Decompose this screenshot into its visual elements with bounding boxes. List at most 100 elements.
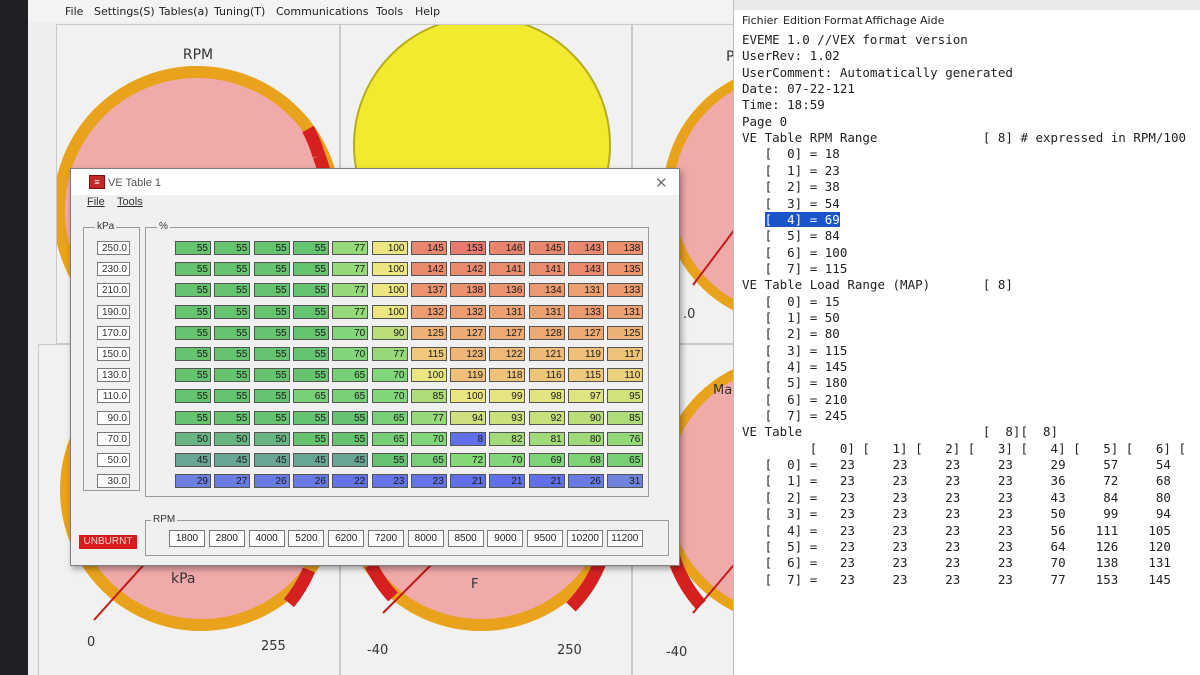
ve-table-cell[interactable]: 55 xyxy=(175,410,211,425)
ve-table-cell[interactable]: 132 xyxy=(410,304,447,319)
ve-table-cell[interactable]: 55 xyxy=(292,431,329,446)
ve-table-cell[interactable]: 55 xyxy=(214,347,251,361)
ve-table-cell[interactable]: 26 xyxy=(253,474,290,489)
ve-table-cell[interactable]: 92 xyxy=(528,410,565,425)
rpm-axis-value[interactable]: 5200 xyxy=(288,530,325,547)
np-menu-format[interactable]: Format xyxy=(824,14,863,27)
ve-table-cell[interactable]: 118 xyxy=(489,368,526,383)
ve-table-cell[interactable]: 143 xyxy=(568,262,604,277)
ve-table-cell[interactable]: 68 xyxy=(568,453,604,467)
ve-table-cell[interactable]: 133 xyxy=(568,304,604,319)
close-icon[interactable]: ✕ xyxy=(655,174,668,192)
kpa-axis-value[interactable]: 190.0 xyxy=(97,304,130,319)
ve-table-cell[interactable]: 31 xyxy=(607,474,644,489)
ve-table-cell[interactable]: 132 xyxy=(450,304,487,319)
ve-table-cell[interactable]: 134 xyxy=(528,283,565,298)
ve-table-cell[interactable]: 55 xyxy=(175,262,211,277)
ve-table-cell[interactable]: 131 xyxy=(528,304,565,319)
notepad-text-area[interactable]: EVEME 1.0 //VEX format version UserRev: 1… xyxy=(734,30,1200,675)
ve-table-cell[interactable]: 95 xyxy=(607,389,644,404)
ve-table-cell[interactable]: 55 xyxy=(175,283,211,298)
ve-table-cell[interactable]: 70 xyxy=(371,368,408,383)
ve-table-cell[interactable]: 100 xyxy=(371,241,408,255)
ve-table-cell[interactable]: 55 xyxy=(292,347,329,361)
rpm-axis-value[interactable]: 7200 xyxy=(368,530,404,547)
kpa-axis-value[interactable]: 210.0 xyxy=(97,283,130,298)
ve-table-cell[interactable]: 26 xyxy=(568,474,604,489)
rpm-axis-value[interactable]: 9000 xyxy=(487,530,524,547)
ve-table-cell[interactable]: 21 xyxy=(489,474,526,489)
ve-table-cell[interactable]: 23 xyxy=(371,474,408,489)
kpa-axis-value[interactable]: 90.0 xyxy=(97,410,130,425)
ve-table-cell[interactable]: 70 xyxy=(410,431,447,446)
ve-table-cell[interactable]: 55 xyxy=(292,325,329,340)
ve-table-cell[interactable]: 131 xyxy=(568,283,604,298)
rpm-axis-value[interactable]: 8500 xyxy=(447,530,484,547)
ve-table-cell[interactable]: 141 xyxy=(489,262,526,277)
kpa-axis-value[interactable]: 30.0 xyxy=(97,474,130,489)
ve-table-cell[interactable]: 117 xyxy=(607,347,644,361)
ve-table-cell[interactable]: 100 xyxy=(450,389,487,404)
ve-table-cell[interactable]: 55 xyxy=(292,283,329,298)
ve-table-cell[interactable]: 55 xyxy=(253,304,290,319)
ve-table-cell[interactable]: 55 xyxy=(175,347,211,361)
ve-table-cell[interactable]: 138 xyxy=(450,283,487,298)
menu-tables[interactable]: Tables(a) xyxy=(159,5,209,18)
rpm-axis-value[interactable]: 11200 xyxy=(606,530,643,547)
ve-table-cell[interactable]: 45 xyxy=(292,453,329,467)
menu-communications[interactable]: Communications xyxy=(276,5,368,18)
ve-table-cell[interactable]: 85 xyxy=(410,389,447,404)
ve-table-cell[interactable]: 50 xyxy=(253,431,290,446)
ve-table-cell[interactable]: 143 xyxy=(568,241,604,255)
ve-table-cell[interactable]: 131 xyxy=(489,304,526,319)
kpa-axis-value[interactable]: 230.0 xyxy=(97,262,130,277)
ve-table-cell[interactable]: 99 xyxy=(489,389,526,404)
ve-table-cell[interactable]: 115 xyxy=(410,347,447,361)
ve-table-cell[interactable]: 55 xyxy=(214,410,251,425)
ve-table-cell[interactable]: 119 xyxy=(450,368,487,383)
rpm-axis-value[interactable]: 2800 xyxy=(208,530,245,547)
ve-table-cell[interactable]: 80 xyxy=(568,431,604,446)
ve-table-cell[interactable]: 141 xyxy=(528,262,565,277)
kpa-axis-value[interactable]: 130.0 xyxy=(97,368,130,383)
ve-table-cell[interactable]: 55 xyxy=(253,262,290,277)
ve-table-cell[interactable]: 146 xyxy=(489,241,526,255)
ve-table-cell[interactable]: 137 xyxy=(410,283,447,298)
ve-table-cell[interactable]: 123 xyxy=(450,347,487,361)
ve-table-cell[interactable]: 55 xyxy=(253,347,290,361)
np-menu-fichier[interactable]: Fichier xyxy=(742,14,778,27)
menu-tuning[interactable]: Tuning(T) xyxy=(214,5,265,18)
ve-table-cell[interactable]: 142 xyxy=(410,262,447,277)
ve-table-cell[interactable]: 55 xyxy=(214,325,251,340)
ve-table-cell[interactable]: 136 xyxy=(489,283,526,298)
ve-table-cell[interactable]: 65 xyxy=(332,389,369,404)
ve-table-cell[interactable]: 55 xyxy=(214,241,251,255)
ve-table-cell[interactable]: 55 xyxy=(292,368,329,383)
ve-table-cell[interactable]: 21 xyxy=(450,474,487,489)
ve-table-cell[interactable]: 55 xyxy=(214,283,251,298)
ve-table-cell[interactable]: 97 xyxy=(568,389,604,404)
ve-table-cell[interactable]: 145 xyxy=(528,241,565,255)
ve-table-cell[interactable]: 45 xyxy=(175,453,211,467)
ve-table-cell[interactable]: 69 xyxy=(528,453,565,467)
ve-table-cell[interactable]: 22 xyxy=(332,474,369,489)
ve-table-cell[interactable]: 90 xyxy=(371,325,408,340)
ve-table-cell[interactable]: 70 xyxy=(332,325,369,340)
np-menu-edition[interactable]: Edition xyxy=(783,14,821,27)
ve-table-cell[interactable]: 65 xyxy=(371,410,408,425)
ve-table-cell[interactable]: 93 xyxy=(489,410,526,425)
ve-table-cell[interactable]: 8 xyxy=(450,431,487,446)
ve-table-cell[interactable]: 125 xyxy=(410,325,447,340)
ve-table-cell[interactable]: 55 xyxy=(292,262,329,277)
menu-help[interactable]: Help xyxy=(415,5,440,18)
ve-table-cell[interactable]: 55 xyxy=(253,389,290,404)
ve-table-cell[interactable]: 70 xyxy=(371,389,408,404)
rpm-axis-value[interactable]: 8000 xyxy=(407,530,444,547)
ve-table-cell[interactable]: 100 xyxy=(371,304,408,319)
selected-text[interactable]: [ 4] = 69 xyxy=(764,211,840,227)
ve-table-cell[interactable]: 55 xyxy=(175,241,211,255)
ve-table-cell[interactable]: 65 xyxy=(292,389,329,404)
ve-table-cell[interactable]: 55 xyxy=(332,410,369,425)
ve-table-cell[interactable]: 77 xyxy=(371,347,408,361)
np-menu-affichage[interactable]: Affichage xyxy=(865,14,917,27)
